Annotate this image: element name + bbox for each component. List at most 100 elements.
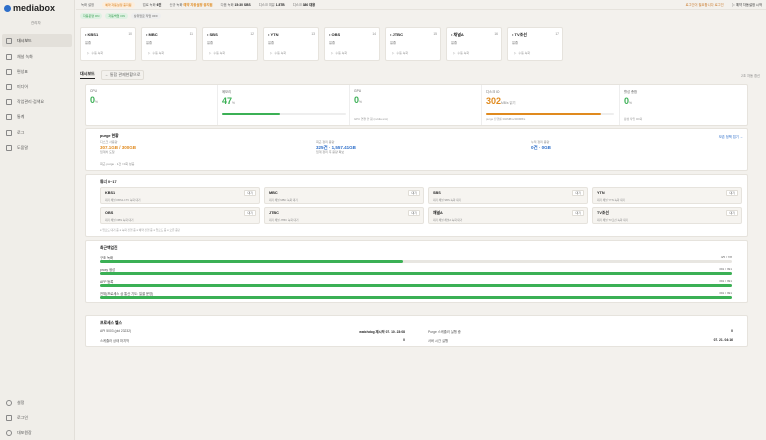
process-row: API 5003 (pid 23232) watchdog 재시작 07. 10… [100, 329, 405, 337]
sidebar-item-media[interactable]: 미디어 [2, 80, 72, 93]
channel-card[interactable]: • KBS1 10 유휴 ▷ 수동 녹화 [80, 27, 136, 61]
sidebar-item-power[interactable]: 대포원장 [2, 426, 72, 439]
start-auto-schedule-button[interactable]: ▷ 예약 자동설정 시작 [732, 2, 762, 7]
auto-backup-chip[interactable]: 자동백업 ON [105, 13, 128, 19]
metric-value: 0% [354, 95, 362, 105]
tuner-detail: 대기 채널 SBS 녹화 대기 [433, 199, 462, 202]
manual-record-button[interactable]: ▷ 수동 녹화 [329, 50, 375, 56]
metric-disk-io: 디스크 IO 302MB/s 읽기 purge 진행률 302MB/s/400M… [482, 85, 620, 125]
sidebar-item-help[interactable]: 도움말 [2, 141, 72, 154]
channel-card[interactable]: • JTBC 15 유휴 ▷ 수동 녹화 [385, 27, 441, 61]
sidebar-item-task[interactable]: 작업관리·검색요 [2, 95, 72, 108]
manual-record-button[interactable]: ▷ 수동 녹화 [512, 50, 558, 56]
status-legend: ● 업로드 대기 중 ● 녹화 진행 중 ● 예약 진행 중 ● 업로드 중 ●… [100, 229, 181, 232]
login-warning-link[interactable]: 로그인이 필요합니다 로그인 [685, 2, 723, 7]
channel-card[interactable]: • 채널A 16 유휴 ▷ 수동 녹화 [446, 27, 502, 61]
tuner-card[interactable]: TV조선 대기 대기 채널 TV조선 녹화 대기 [592, 207, 742, 224]
tuner-detail: 대기 채널 YTN 녹화 대기 [597, 199, 626, 202]
channel-status: 유휴 [207, 41, 214, 45]
back-to-overview-button[interactable]: ← 통합 관제현황으로 [100, 70, 145, 80]
metric-label: 메모리 [222, 90, 232, 94]
tuner-card[interactable]: OBS 대기 대기 채널 OBS 녹화 대기 [100, 207, 260, 224]
disk-label: 디스크 380 대용 [292, 3, 316, 7]
view-tabs: 대시보드 ← 통합 관제현황으로 2초 자동 갱신 [80, 70, 760, 80]
sidebar-item-log[interactable]: 로그 [2, 126, 72, 139]
sidebar-item-dashboard[interactable]: 대시보드 [2, 34, 72, 47]
sidebar-item-label: 미디어 [17, 83, 29, 89]
upload-task-chip[interactable]: 상위업로 작업 OFF [130, 13, 161, 19]
progress-track [100, 284, 732, 287]
channel-cards: • KBS1 10 유휴 ▷ 수동 녹화 • MBC 11 유휴 ▷ 수동 녹화… [80, 27, 563, 61]
channel-card[interactable]: • MBC 11 유휴 ▷ 수동 녹화 [141, 27, 197, 61]
purge-panel: purge 현황 보존 정책 접기 → 디스크 사용량 307.1GB / 30… [85, 128, 748, 171]
process-value: watchdog 재시작 07. 10. 23:08 [359, 330, 405, 334]
channel-name: • 채널A [451, 32, 464, 37]
sidebar-item-stats[interactable]: 통계 [2, 110, 72, 123]
metric-memory: 메모리 47% [218, 85, 350, 125]
brand-name: mediabox [13, 3, 56, 13]
sidebar-item-label: 대시보드 [17, 37, 32, 43]
gear-icon [6, 399, 12, 406]
disk-io-bar [486, 112, 614, 115]
channel-status: 유휴 [85, 41, 92, 45]
channel-status: 유휴 [146, 41, 153, 45]
channel-status: 유휴 [268, 41, 275, 45]
sidebar-item-record[interactable]: 채널 녹화 [2, 50, 72, 63]
login-icon [6, 414, 12, 421]
channel-name: • OBS [329, 32, 341, 37]
sidebar-item-label: 채널 녹화 [17, 53, 33, 59]
tuner-card[interactable]: SBS 대기 대기 채널 SBS 녹화 대기 [428, 187, 588, 204]
process-row: 서버 시간 실행 07. 21. 04:16 [428, 338, 733, 346]
sidebar-item-settings[interactable]: 설정 [2, 396, 72, 409]
sidebar-item-login[interactable]: 로그인 [2, 411, 72, 424]
channel-number: 11 [189, 32, 193, 36]
channel-number: 14 [372, 32, 376, 36]
channel-card[interactable]: • SBS 12 유휴 ▷ 수동 녹화 [202, 27, 258, 61]
tuner-detail: 대기 채널 MBC 녹화 대기 [269, 199, 298, 202]
channel-number: 13 [311, 32, 315, 36]
progress-fill [100, 296, 732, 299]
sidebar-item-schedule[interactable]: 편성표 [2, 65, 72, 78]
process-value: 07. 21. 04:16 [713, 338, 733, 342]
media-icon [6, 83, 12, 90]
power-icon [6, 429, 12, 436]
channel-name: • KBS1 [85, 32, 99, 37]
channel-card[interactable]: • OBS 14 유휴 ▷ 수동 녹화 [324, 27, 380, 61]
channel-status: 유휴 [390, 41, 397, 45]
tuner-card[interactable]: JTBC 대기 대기 채널 JTBC 녹화 대기 [264, 207, 424, 224]
tuner-card[interactable]: MBC 대기 대기 채널 MBC 녹화 대기 [264, 187, 424, 204]
retention-policy-link[interactable]: 보존 정책 접기 → [719, 134, 743, 139]
tab-dashboard[interactable]: 대시보드 [80, 71, 95, 79]
disk-io-bar-fill [486, 112, 602, 115]
manual-record-button[interactable]: ▷ 수동 녹화 [85, 50, 131, 56]
metric-sub: purge 진행률 302MB/s/400MB/s [486, 117, 526, 121]
manual-record-button[interactable]: ▷ 수동 녹화 [451, 50, 497, 56]
manual-record-button[interactable]: ▷ 수동 녹화 [390, 50, 436, 56]
channel-card[interactable]: • YTN 13 유휴 ▷ 수동 녹화 [263, 27, 319, 61]
sidebar-item-label: 편성표 [17, 68, 29, 74]
tuner-name: YTN [597, 191, 605, 195]
tuner-card[interactable]: YTN 대기 대기 채널 YTN 녹화 대기 [592, 187, 742, 204]
purge-note: 최근 purge · 1건 / 0회 성공 [100, 162, 135, 166]
logo-icon [4, 4, 11, 12]
tuner-card[interactable]: KBS1 대기 대기 채널 KBS1-1TV 녹화 대기 [100, 187, 260, 204]
channel-card[interactable]: • TV조선 17 유휴 ▷ 수동 녹화 [507, 27, 563, 61]
channel-status: 유휴 [451, 41, 458, 45]
brand-logo[interactable]: mediabox [4, 3, 55, 13]
metric-label: 활성 총합 [624, 90, 638, 94]
system-metrics: CPU 0% 메모리 47% GPU 0% GPU 연결 안 됨 (nvidia… [85, 84, 748, 126]
tuner-detail: 대기 채널 TV조선 녹화 대기 [597, 219, 629, 222]
tuner-detail: 대기 채널 JTBC 녹화 대기 [269, 219, 299, 222]
stats-icon [6, 113, 12, 120]
manual-record-button[interactable]: ▷ 수동 녹화 [268, 50, 314, 56]
metric-cpu: CPU 0% [86, 85, 218, 125]
manual-record-button[interactable]: ▷ 수동 녹화 [146, 50, 192, 56]
manual-record-button[interactable]: ▷ 수동 녹화 [207, 50, 253, 56]
auto-run-chip[interactable]: 자동운영 ON [80, 13, 103, 19]
memory-bar-fill [222, 112, 281, 115]
auto-refresh-label: 2초 자동 갱신 [741, 73, 760, 78]
tuner-name: JTBC [269, 211, 279, 215]
status-badge: 대기 [408, 190, 420, 196]
tuner-card[interactable]: 채널A 대기 대기 채널 채널A 녹화 대기 [428, 207, 588, 224]
channel-number: 10 [128, 32, 132, 36]
